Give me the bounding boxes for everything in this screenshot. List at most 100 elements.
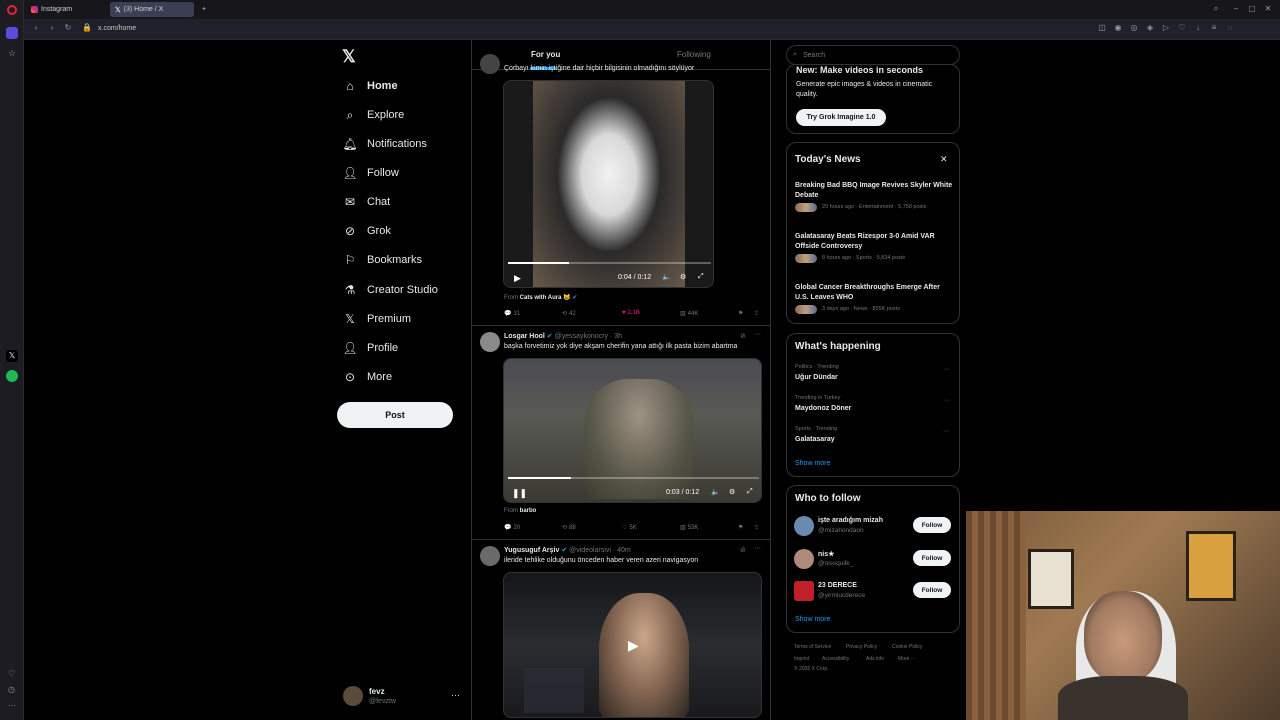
bookmark-icon[interactable]: ⚑	[738, 524, 743, 531]
more-options-icon[interactable]: ···	[754, 545, 761, 552]
tab-for-you[interactable]: For you	[531, 50, 560, 59]
follow-button[interactable]: Follow	[913, 582, 951, 598]
footer-link[interactable]: Privacy Policy	[846, 644, 877, 650]
volume-icon[interactable]: 🔈	[662, 273, 671, 281]
more-options-icon[interactable]: ···	[943, 397, 950, 404]
nav-item-more[interactable]: ⊙ More	[343, 367, 392, 387]
author-handle[interactable]: @yessaykonocry · 3h	[555, 333, 622, 340]
settings-icon[interactable]: ⚙	[680, 273, 686, 281]
more-options-icon[interactable]: ···	[943, 366, 950, 373]
nav-item-chat[interactable]: ✉ Chat	[343, 192, 390, 212]
avatar[interactable]	[794, 581, 814, 601]
nav-item-creator-studio[interactable]: ⚗ Creator Studio	[343, 280, 438, 300]
suggestion-name[interactable]: nis★	[818, 550, 834, 558]
video-player[interactable]: ▶ 0:04 / 0:12 🔈 ⚙ ⤢	[503, 80, 714, 288]
post-button[interactable]: Post	[337, 402, 453, 428]
nav-item-bookmarks[interactable]: ⚐ Bookmarks	[343, 250, 422, 270]
nav-item-profile[interactable]: 👤︎ Profile	[342, 338, 398, 358]
nav-item-explore[interactable]: ⌕ Explore	[343, 105, 405, 125]
nav-item-home[interactable]: ⌂ Home	[343, 76, 397, 96]
footer-link[interactable]: Terms of Service	[794, 644, 831, 650]
from-name[interactable]: Cats with Aura 😺	[520, 295, 571, 301]
search-input[interactable]: ⌕ Search	[786, 45, 960, 65]
like-button[interactable]: ♥ 2.1B	[622, 310, 640, 316]
history-icon[interactable]: ◷	[8, 685, 15, 694]
play-icon[interactable]: ▶	[628, 637, 639, 654]
footer-link[interactable]: Accessibility	[822, 656, 849, 662]
profile-icon[interactable]: ◌	[1226, 24, 1234, 32]
reply-button[interactable]: 💬 20	[504, 524, 520, 532]
pause-icon[interactable]: ❚❚	[512, 488, 527, 499]
show-more-link[interactable]: Show more	[795, 616, 830, 623]
play-icon[interactable]: ▷	[1162, 24, 1170, 32]
reload-icon[interactable]: ↻	[64, 24, 72, 32]
nav-item-premium[interactable]: 𝕏 Premium	[343, 309, 411, 329]
opera-logo-icon[interactable]	[7, 5, 17, 15]
author-handle[interactable]: @videolarsivi · 40m	[569, 547, 631, 554]
footer-link[interactable]: Cookie Policy	[892, 644, 922, 650]
tab-following[interactable]: Following	[677, 50, 711, 59]
follow-button[interactable]: Follow	[913, 550, 951, 566]
close-icon[interactable]: ✕	[940, 154, 948, 165]
star-icon[interactable]: ☆	[8, 48, 16, 59]
tab-instagram[interactable]: Instagram	[26, 2, 77, 17]
minimize-icon[interactable]: –	[1232, 5, 1240, 13]
extension-icon[interactable]: ◈	[1146, 24, 1154, 32]
menu-icon[interactable]: ≡	[1210, 24, 1218, 32]
extension-icon[interactable]: ◫	[1098, 24, 1106, 32]
url-field[interactable]: x.com/home	[98, 25, 136, 32]
avatar[interactable]	[794, 516, 814, 536]
avatar[interactable]	[480, 332, 500, 352]
follow-button[interactable]: Follow	[913, 517, 951, 533]
new-tab-button[interactable]: +	[197, 2, 211, 17]
nav-item-grok[interactable]: ⊘ Grok	[343, 221, 391, 241]
repost-button[interactable]: ⟲ 88	[562, 524, 576, 532]
spotify-icon[interactable]	[6, 370, 18, 382]
nav-item-notifications[interactable]: 🔔︎ Notifications	[342, 134, 427, 154]
repost-button[interactable]: ⟲ 42	[562, 310, 576, 318]
from-name[interactable]: barbo	[520, 508, 537, 514]
avatar[interactable]	[480, 54, 500, 74]
tab-x-home[interactable]: 𝕏 (3) Home / X	[110, 2, 194, 17]
more-icon[interactable]: ···	[8, 701, 16, 710]
close-icon[interactable]: ✕	[1264, 5, 1272, 13]
views-button[interactable]: ▥ 44K	[680, 310, 698, 318]
video-progress-bar[interactable]	[508, 262, 711, 264]
more-options-icon[interactable]: ···	[943, 428, 950, 435]
avatar[interactable]	[343, 686, 363, 706]
shield-icon[interactable]: ◎	[1130, 24, 1138, 32]
account-menu-icon[interactable]: ···	[451, 690, 460, 700]
reply-button[interactable]: 💬 31	[504, 310, 520, 318]
heart-icon[interactable]: ♡	[8, 669, 15, 678]
nav-item-follow[interactable]: 👤︎ Follow	[342, 163, 398, 183]
avatar[interactable]	[480, 546, 500, 566]
views-button[interactable]: ▥ 53K	[680, 524, 698, 532]
home-icon[interactable]	[6, 27, 18, 39]
heart-icon[interactable]: ♡	[1178, 24, 1186, 32]
play-icon[interactable]: ▶	[514, 273, 521, 284]
fullscreen-icon[interactable]: ⤢	[747, 488, 753, 496]
camera-icon[interactable]: ◉	[1114, 24, 1122, 32]
fullscreen-icon[interactable]: ⤢	[698, 273, 704, 281]
forward-icon[interactable]: ›	[48, 24, 56, 32]
bookmark-icon[interactable]: ⚑	[738, 310, 743, 317]
search-icon[interactable]: ⌕	[1212, 5, 1220, 13]
footer-link[interactable]: More ···	[898, 656, 916, 662]
x-app-icon[interactable]: 𝕏	[6, 350, 18, 362]
settings-icon[interactable]: ⚙	[729, 488, 735, 496]
back-icon[interactable]: ‹	[32, 24, 40, 32]
footer-link[interactable]: Ads info	[866, 656, 884, 662]
more-options-icon[interactable]: ···	[754, 331, 761, 338]
video-progress-bar[interactable]	[508, 477, 759, 479]
video-player[interactable]: ❚❚ 0:03 / 0:12 🔈 ⚙ ⤢	[503, 358, 762, 503]
suggestion-name[interactable]: işte aradığım mizah	[818, 517, 883, 524]
try-grok-button[interactable]: Try Grok Imagine 1.0	[796, 109, 886, 126]
avatar[interactable]	[794, 549, 814, 569]
like-button[interactable]: ♡ 5K	[622, 524, 637, 532]
author-name[interactable]: Losgar Hool	[504, 333, 545, 340]
share-icon[interactable]: ⇪	[754, 524, 759, 531]
download-icon[interactable]: ↓	[1194, 24, 1202, 32]
x-logo-icon[interactable]: 𝕏	[342, 47, 356, 67]
footer-link[interactable]: Imprint	[794, 656, 809, 662]
suggestion-name[interactable]: 23 DERECE	[818, 582, 857, 589]
